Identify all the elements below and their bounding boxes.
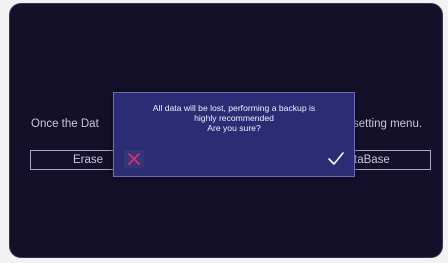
database-button-label: taBase	[354, 154, 390, 166]
erase-button-label: Erase	[73, 154, 104, 166]
cancel-button[interactable]	[124, 150, 144, 168]
dialog-message: All data will be lost, performing a back…	[114, 103, 354, 133]
background-instruction-right: setting menu.	[353, 118, 423, 130]
confirm-button[interactable]	[326, 150, 346, 168]
dialog-message-line-1: All data will be lost, performing a back…	[152, 103, 316, 113]
x-icon	[128, 153, 140, 165]
database-button[interactable]: taBase	[351, 150, 431, 170]
tv-screen: Once the Dat setting menu. Erase taBase …	[9, 3, 443, 258]
dialog-message-line-3: Are you sure?	[207, 123, 261, 133]
erase-button[interactable]: Erase	[30, 150, 114, 170]
check-icon	[328, 152, 344, 165]
confirm-dialog: All data will be lost, performing a back…	[113, 92, 355, 177]
background-instruction-left: Once the Dat	[31, 118, 99, 130]
dialog-message-line-2: highly recommended	[194, 113, 274, 123]
